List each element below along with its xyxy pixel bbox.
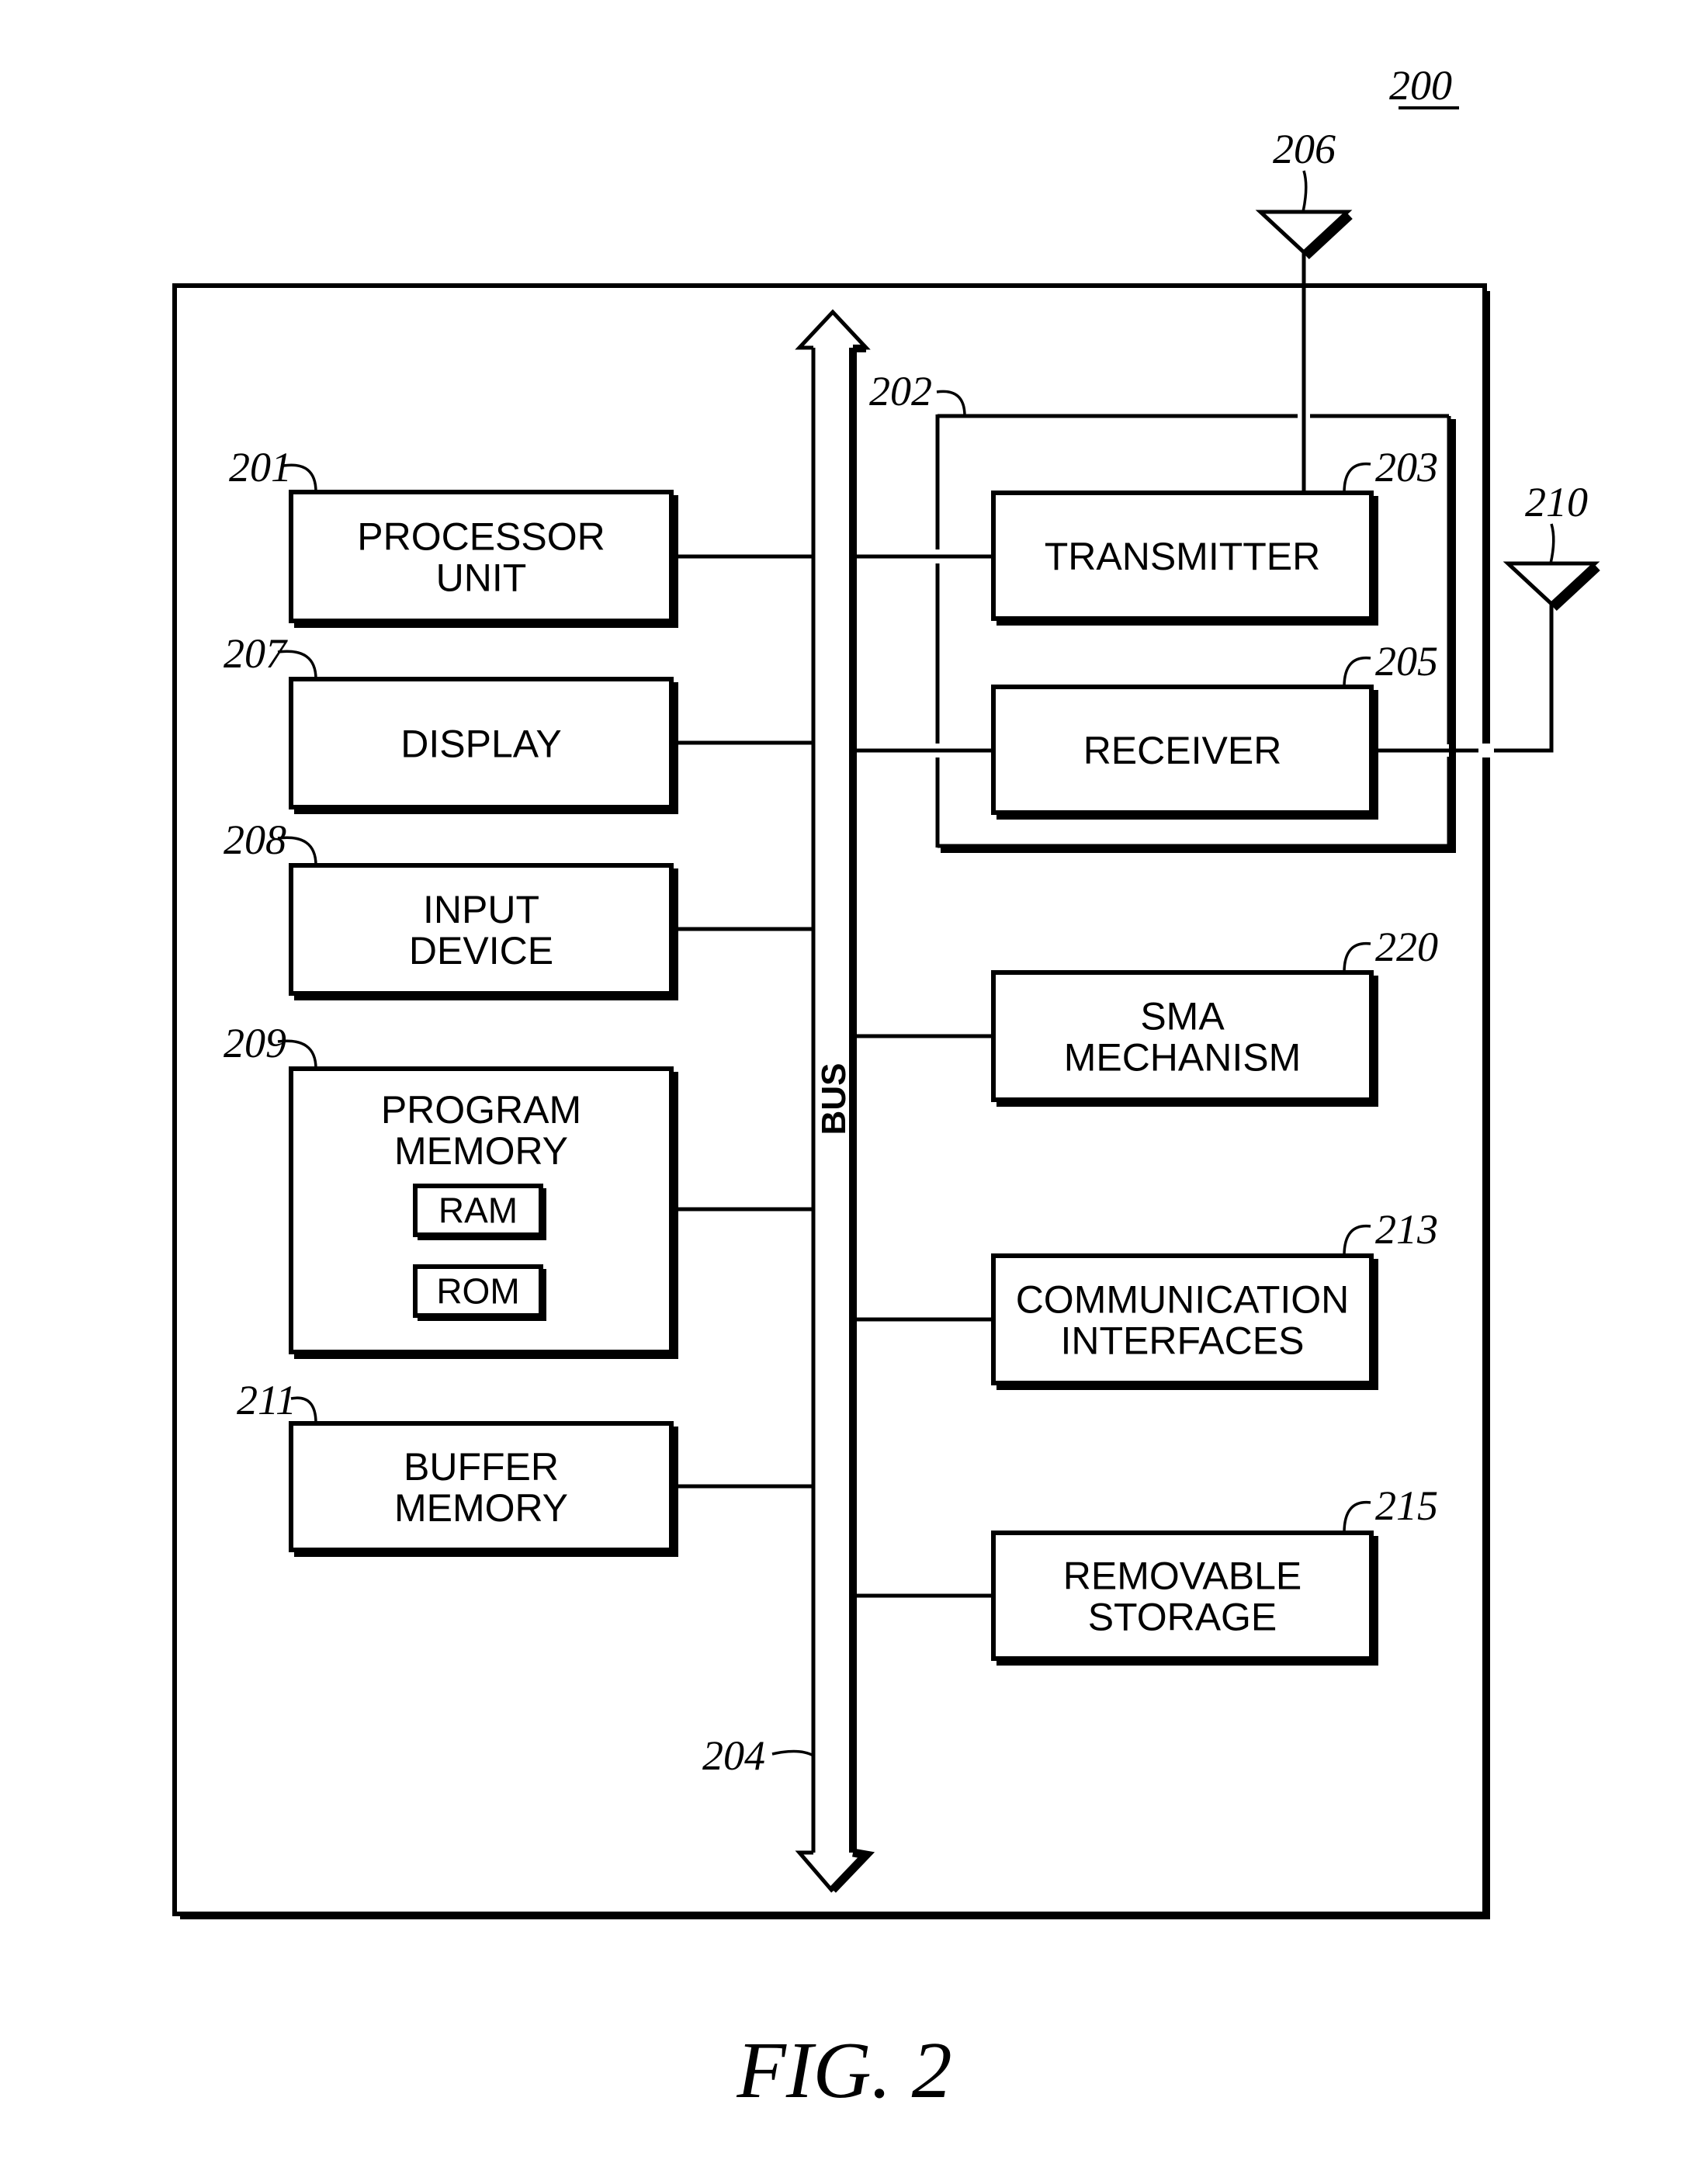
sub-block-label: ROM (436, 1271, 519, 1312)
sub-block-ram: RAM (413, 1184, 546, 1240)
receiver-label-line: RECEIVER (1083, 729, 1282, 772)
reference-number: 203 (1375, 444, 1438, 491)
reference-number: 202 (869, 368, 932, 414)
buffer-memory-label-line: MEMORY (394, 1486, 568, 1530)
transmitter-label-line: TRANSMITTER (1045, 535, 1321, 578)
communication-interfaces-label-line: COMMUNICATION (1016, 1278, 1350, 1322)
reference-number: 205 (1375, 638, 1438, 685)
processor-label-line: PROCESSOR (357, 515, 605, 559)
buffer-memory-block: BUFFERMEMORY (289, 1421, 678, 1557)
reference-number: 208 (224, 816, 286, 863)
transmitter-block: TRANSMITTER (991, 491, 1378, 626)
reference-number: 201 (229, 444, 292, 491)
reference-number: 204 (702, 1732, 765, 1779)
reference-number: 220 (1375, 924, 1438, 970)
removable-storage-label-line: REMOVABLE (1063, 1555, 1302, 1598)
program-memory-label-line: MEMORY (394, 1129, 568, 1173)
reference-number: 211 (237, 1377, 296, 1423)
line-hop-gap (1478, 744, 1494, 757)
sub-block-rom: ROM (413, 1264, 546, 1321)
display-block: DISPLAY (289, 677, 678, 814)
reference-number: 215 (1375, 1482, 1438, 1529)
reference-number: 210 (1525, 479, 1588, 525)
program-memory-label-line: PROGRAM (381, 1088, 581, 1132)
input-device-label-line: INPUT (423, 888, 539, 931)
reference-number: 213 (1375, 1206, 1438, 1253)
communication-interfaces-label-line: INTERFACES (1061, 1319, 1305, 1363)
receiver-block: RECEIVER (991, 685, 1378, 820)
processor-label-line: UNIT (436, 556, 527, 600)
buffer-memory-label-line: BUFFER (404, 1445, 559, 1489)
processor-block: PROCESSORUNIT (289, 490, 678, 628)
sma-mechanism-label-line: MECHANISM (1064, 1036, 1302, 1080)
leader-line (1549, 523, 1555, 564)
figure-caption: FIG. 2 (736, 2026, 951, 2115)
reference-number: 209 (224, 1020, 286, 1066)
input-device-label-line: DEVICE (409, 929, 553, 972)
sub-block-label: RAM (438, 1191, 518, 1231)
sma-mechanism-label-line: SMA (1140, 995, 1225, 1038)
program-memory-block: PROGRAMMEMORY RAM ROM (289, 1066, 678, 1359)
reference-number: 207 (224, 630, 288, 677)
block-diagram: 200 202 BUS 204 PROCESSORUNIT DISPLAY INPUT… (172, 62, 1600, 2115)
removable-storage-label-line: STORAGE (1088, 1596, 1277, 1639)
display-label-line: DISPLAY (400, 723, 562, 766)
input-device-block: INPUTDEVICE (289, 863, 678, 1000)
bus-label: BUS (815, 1063, 853, 1135)
figure-ref-number: 200 (1389, 62, 1452, 109)
sma-mechanism-block: SMAMECHANISM (991, 970, 1378, 1107)
reference-number: 206 (1273, 126, 1336, 172)
leader-line (1302, 170, 1308, 213)
communication-interfaces-block: COMMUNICATIONINTERFACES (991, 1253, 1378, 1390)
removable-storage-block: REMOVABLESTORAGE (991, 1531, 1378, 1666)
